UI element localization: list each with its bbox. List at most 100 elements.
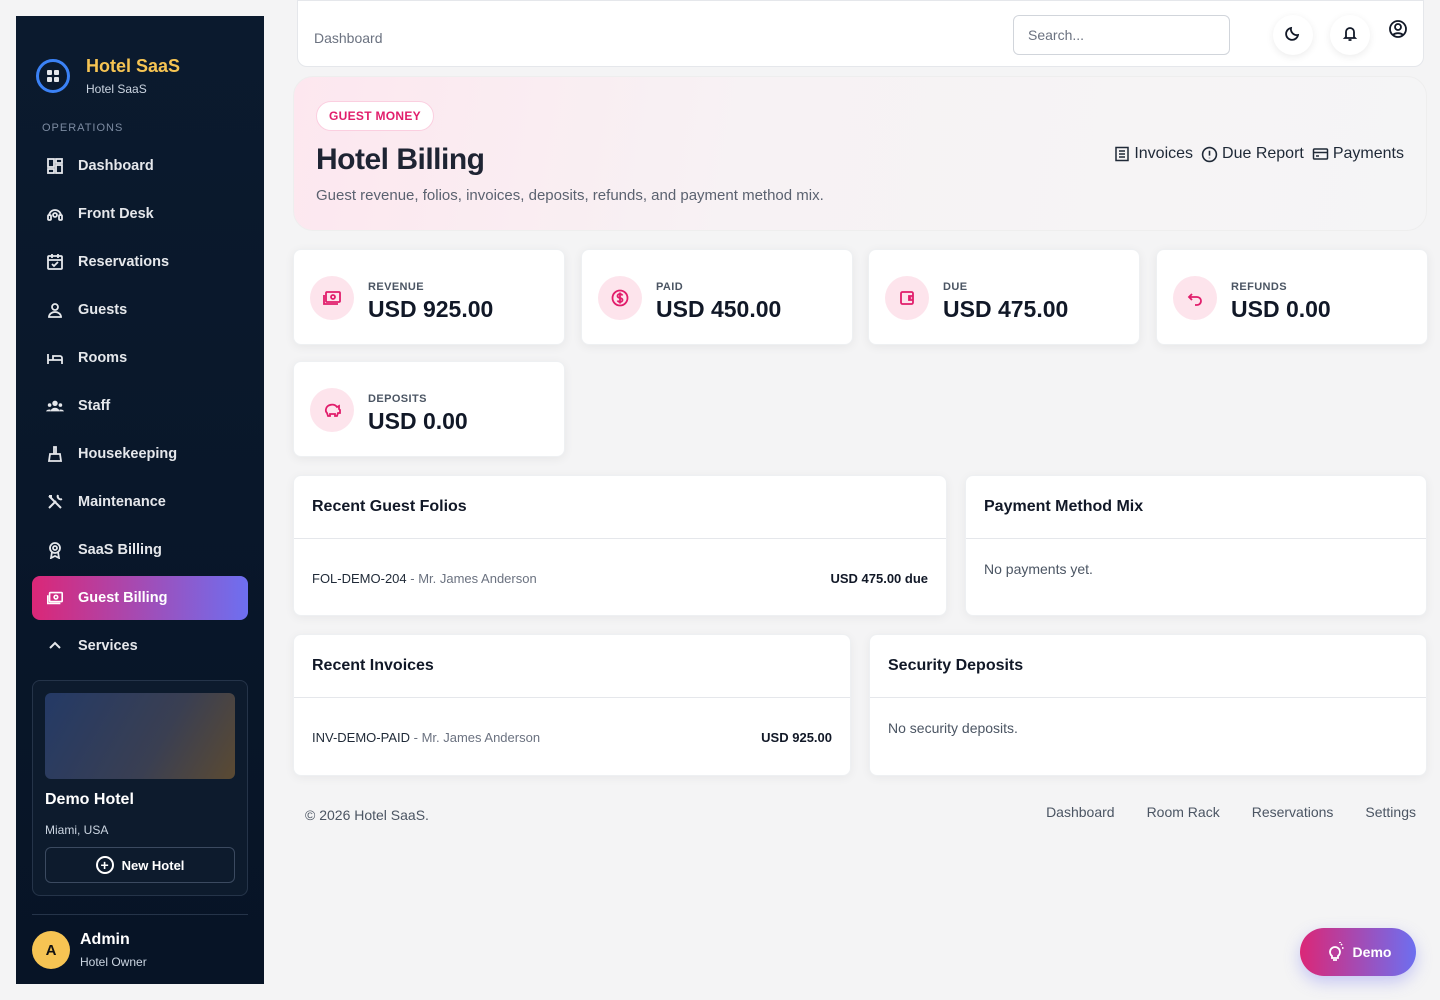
sidebar-item-guest-billing[interactable]: Guest Billing [32, 576, 248, 620]
topbar: Dashboard [297, 0, 1424, 67]
new-hotel-button[interactable]: + New Hotel [45, 847, 235, 883]
breadcrumb[interactable]: Dashboard [314, 30, 383, 46]
sidebar-item-rooms[interactable]: Rooms [32, 336, 248, 380]
sidebar: Hotel SaaS Hotel SaaS OPERATIONS Dashboa… [16, 16, 264, 984]
recent-invoices-panel: Recent Invoices INV-DEMO-PAID - Mr. Jame… [293, 634, 851, 776]
sidebar-item-housekeeping[interactable]: Housekeeping [32, 432, 248, 476]
profile-button[interactable] [1378, 11, 1418, 51]
sidebar-item-maintenance[interactable]: Maintenance [32, 480, 248, 524]
panel-title: Payment Method Mix [966, 476, 1426, 539]
notifications-button[interactable] [1330, 15, 1370, 55]
cash-icon [46, 589, 64, 607]
stat-value: USD 0.00 [1231, 296, 1331, 322]
brand-title: Hotel SaaS [86, 56, 181, 76]
sidebar-item-label: Front Desk [78, 206, 154, 222]
sidebar-item-label: Guests [78, 302, 128, 318]
sidebar-item-dashboard[interactable]: Dashboard [32, 144, 248, 188]
nav-section-label: OPERATIONS [42, 122, 124, 134]
sidebar-item-services[interactable]: Services [32, 624, 248, 668]
demo-button[interactable]: Demo [1300, 928, 1416, 976]
footer-link-room-rack[interactable]: Room Rack [1147, 804, 1220, 820]
section-pill: GUEST MONEY [316, 101, 434, 131]
stat-label: DUE [943, 281, 968, 293]
sidebar-item-staff[interactable]: Staff [32, 384, 248, 428]
user-icon [46, 301, 64, 319]
moon-icon [1284, 24, 1302, 47]
due-report-link[interactable]: Due Report [1201, 145, 1304, 163]
empty-state: No payments yet. [984, 561, 1093, 577]
undo-icon [1173, 276, 1217, 320]
receipt-icon [1114, 146, 1130, 162]
tools-icon [46, 493, 64, 511]
stat-card-due: DUE USD 475.00 [868, 249, 1140, 345]
hotel-name: Demo Hotel [45, 791, 134, 808]
sidebar-item-guests[interactable]: Guests [32, 288, 248, 332]
theme-toggle-button[interactable] [1273, 15, 1313, 55]
user-name: Admin [80, 931, 130, 948]
dollar-circle-icon [598, 276, 642, 320]
sidebar-item-reservations[interactable]: Reservations [32, 240, 248, 284]
panel-title: Recent Guest Folios [294, 476, 946, 539]
sidebar-item-front-desk[interactable]: Front Desk [32, 192, 248, 236]
sidebar-item-label: Rooms [78, 350, 128, 366]
copyright: © 2026 Hotel SaaS. [305, 807, 429, 823]
stat-label: DEPOSITS [368, 393, 427, 405]
payments-link[interactable]: Payments [1312, 145, 1404, 163]
due-report-link-label: Due Report [1222, 145, 1304, 162]
grid-logo-icon [36, 59, 70, 93]
footer-links: Dashboard Room Rack Reservations Setting… [1046, 804, 1416, 820]
hotel-location: Miami, USA [45, 823, 109, 837]
cash-icon [310, 276, 354, 320]
demo-button-label: Demo [1352, 944, 1392, 960]
user-role: Hotel Owner [80, 955, 147, 969]
stat-label: PAID [656, 281, 684, 293]
sidebar-item-label: Maintenance [78, 494, 166, 510]
sidebar-item-label: Guest Billing [78, 590, 168, 606]
table-row[interactable]: INV-DEMO-PAID - Mr. James Anderson USD 9… [294, 698, 850, 776]
sidebar-item-label: Reservations [78, 254, 170, 270]
folio-amount: USD 475.00 due [830, 570, 928, 586]
footer-link-settings[interactable]: Settings [1365, 804, 1416, 820]
sidebar-item-saas-billing[interactable]: SaaS Billing [32, 528, 248, 572]
user-circle-icon [1388, 19, 1408, 44]
bulb-icon [1325, 942, 1345, 962]
calendar-check-icon [46, 253, 64, 271]
alert-circle-icon [1201, 146, 1218, 163]
sidebar-item-label: Housekeeping [78, 446, 178, 462]
invoice-amount: USD 925.00 [761, 729, 832, 745]
piggy-bank-icon [310, 388, 354, 432]
sidebar-item-label: Staff [78, 398, 111, 414]
payments-link-label: Payments [1332, 145, 1404, 162]
stat-value: USD 475.00 [943, 296, 1069, 322]
hotel-image [45, 693, 235, 779]
row-separator: - [410, 729, 422, 745]
table-row[interactable]: FOL-DEMO-204 - Mr. James Anderson USD 47… [294, 539, 946, 617]
sidebar-item-label: SaaS Billing [78, 542, 162, 558]
invoices-link[interactable]: Invoices [1114, 145, 1193, 163]
panel-title: Recent Invoices [294, 635, 850, 698]
search-input[interactable] [1013, 15, 1230, 55]
sidebar-item-label: Dashboard [78, 158, 154, 174]
page-title: Hotel Billing [316, 143, 485, 176]
broom-icon [46, 445, 64, 463]
stat-card-paid: PAID USD 450.00 [581, 249, 853, 345]
folio-code[interactable]: FOL-DEMO-204 [312, 571, 407, 586]
sidebar-item-label: Services [78, 638, 138, 654]
stat-label: REVENUE [368, 281, 424, 293]
footer-link-dashboard[interactable]: Dashboard [1046, 804, 1115, 820]
user-profile[interactable]: A Admin Hotel Owner [16, 915, 264, 969]
wallet-icon [885, 276, 929, 320]
page-header: GUEST MONEY Hotel Billing Guest revenue,… [293, 76, 1427, 231]
brand[interactable]: Hotel SaaS Hotel SaaS [16, 16, 264, 108]
stat-card-revenue: REVENUE USD 925.00 [293, 249, 565, 345]
row-separator: - [406, 570, 419, 586]
bell-icon [1341, 24, 1359, 47]
panel-title: Security Deposits [870, 635, 1426, 698]
guest-name: Mr. James Anderson [418, 570, 537, 586]
empty-state: No security deposits. [888, 720, 1018, 736]
new-hotel-label: New Hotel [121, 857, 185, 873]
avatar: A [32, 931, 70, 969]
invoice-code[interactable]: INV-DEMO-PAID [312, 730, 410, 745]
footer-link-reservations[interactable]: Reservations [1252, 804, 1334, 820]
recent-guest-folios-panel: Recent Guest Folios FOL-DEMO-204 - Mr. J… [293, 475, 947, 616]
